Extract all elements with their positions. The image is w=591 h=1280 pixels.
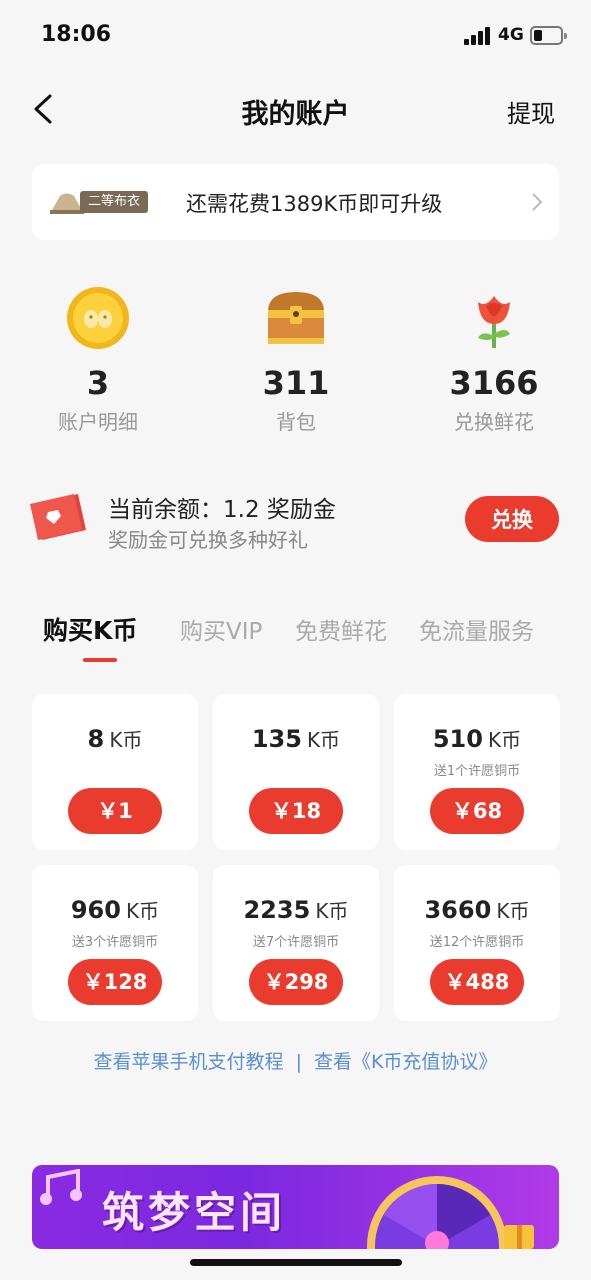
promo-banner[interactable]: 筑梦空间 bbox=[32, 1165, 559, 1249]
stat-value: 3166 bbox=[449, 364, 539, 402]
package-unit: K币 bbox=[488, 728, 522, 752]
link-separator: | bbox=[295, 1051, 302, 1073]
package-card[interactable]: 960 K币 送3个许愿铜币 ￥128 bbox=[32, 865, 198, 1021]
tab-buy-kcoin[interactable]: 购买K币 bbox=[43, 611, 137, 647]
signal-icon bbox=[464, 27, 492, 45]
package-amount: 3660 bbox=[424, 896, 492, 924]
flower-icon bbox=[478, 296, 510, 348]
music-note-icon bbox=[40, 1169, 82, 1205]
reward-balance-subtitle: 奖励金可兑换多种好礼 bbox=[108, 528, 308, 552]
package-amount: 2235 bbox=[243, 896, 311, 924]
prize-wheel-icon bbox=[367, 1176, 507, 1249]
package-unit: K币 bbox=[307, 728, 341, 752]
level-badge: 二等布衣 bbox=[50, 190, 178, 214]
status-bar: 18:06 4G bbox=[0, 0, 591, 72]
level-tag: 二等布衣 bbox=[80, 191, 149, 213]
package-price-button[interactable]: ￥128 bbox=[68, 959, 162, 1005]
exchange-button[interactable]: 兑换 bbox=[465, 496, 559, 542]
battery-icon bbox=[530, 26, 567, 45]
recharge-agreement-link[interactable]: 查看《K币充值协议》 bbox=[314, 1051, 497, 1073]
package-price-button[interactable]: ￥298 bbox=[249, 959, 343, 1005]
package-card[interactable]: 510 K币 送1个许愿铜币 ￥68 bbox=[394, 694, 560, 850]
tab-free-flowers[interactable]: 免费鲜花 bbox=[295, 612, 387, 646]
tab-buy-vip[interactable]: 购买VIP bbox=[180, 612, 262, 646]
package-amount: 8 bbox=[87, 725, 105, 753]
stat-label: 背包 bbox=[276, 410, 316, 434]
stat-label: 账户明细 bbox=[58, 410, 138, 434]
level-upgrade-card[interactable]: 二等布衣 还需花费1389K币即可升级 bbox=[32, 164, 559, 240]
package-price-button[interactable]: ￥488 bbox=[430, 959, 524, 1005]
network-label: 4G bbox=[498, 25, 524, 45]
tab-bar: 购买K币 购买VIP 免费鲜花 免流量服务 bbox=[43, 612, 563, 664]
package-price-button[interactable]: ￥18 bbox=[249, 788, 343, 834]
package-amount: 960 bbox=[70, 896, 121, 924]
home-indicator bbox=[190, 1259, 402, 1266]
package-unit: K币 bbox=[109, 728, 143, 752]
package-bonus: 送12个许愿铜币 bbox=[429, 935, 525, 950]
payment-tutorial-link[interactable]: 查看苹果手机支付教程 bbox=[94, 1051, 284, 1073]
coin-icon bbox=[67, 287, 129, 349]
level-message: 还需花费1389K币即可升级 bbox=[186, 192, 443, 216]
package-card[interactable]: 3660 K币 送12个许愿铜币 ￥488 bbox=[394, 865, 560, 1021]
banner-title: 筑梦空间 bbox=[102, 1188, 287, 1237]
package-unit: K币 bbox=[126, 899, 160, 923]
reward-balance-row: 当前余额：1.2 奖励金 奖励金可兑换多种好礼 兑换 bbox=[28, 488, 563, 554]
active-tab-indicator bbox=[83, 658, 117, 662]
withdraw-button[interactable]: 提现 bbox=[507, 94, 555, 129]
page-title: 我的账户 bbox=[241, 99, 350, 130]
package-amount: 135 bbox=[251, 725, 302, 753]
gift-icon bbox=[504, 1225, 534, 1249]
ticket-icon bbox=[30, 494, 86, 540]
package-unit: K币 bbox=[315, 899, 349, 923]
package-unit: K币 bbox=[496, 899, 530, 923]
package-card[interactable]: 8 K币 ￥1 bbox=[32, 694, 198, 850]
package-bonus: 送7个许愿铜币 bbox=[252, 935, 340, 950]
package-bonus: 送1个许愿铜币 bbox=[433, 764, 521, 779]
package-price-button[interactable]: ￥68 bbox=[430, 788, 524, 834]
help-links: 查看苹果手机支付教程 | 查看《K币充值协议》 bbox=[0, 1047, 591, 1074]
nav-bar: 我的账户 提现 bbox=[0, 80, 591, 138]
hat-icon bbox=[50, 193, 84, 214]
stat-value: 311 bbox=[262, 364, 330, 402]
tab-free-data-service[interactable]: 免流量服务 bbox=[419, 612, 534, 646]
status-time: 18:06 bbox=[41, 22, 112, 47]
package-card[interactable]: 2235 K币 送7个许愿铜币 ￥298 bbox=[213, 865, 379, 1021]
stat-backpack[interactable]: 311 背包 bbox=[216, 286, 376, 436]
package-amount: 510 bbox=[432, 725, 483, 753]
treasure-chest-icon bbox=[268, 292, 324, 344]
stat-value: 3 bbox=[86, 364, 110, 402]
package-bonus: 送3个许愿铜币 bbox=[71, 935, 159, 950]
package-price-button[interactable]: ￥1 bbox=[68, 788, 162, 834]
package-card[interactable]: 135 K币 ￥18 bbox=[213, 694, 379, 850]
chevron-right-icon bbox=[532, 193, 543, 211]
stat-account-details[interactable]: 3 账户明细 bbox=[18, 286, 178, 436]
stat-label: 兑换鲜花 bbox=[454, 410, 534, 434]
stat-exchange-flowers[interactable]: 3166 兑换鲜花 bbox=[414, 286, 574, 436]
reward-balance-title: 当前余额：1.2 奖励金 bbox=[108, 497, 336, 523]
